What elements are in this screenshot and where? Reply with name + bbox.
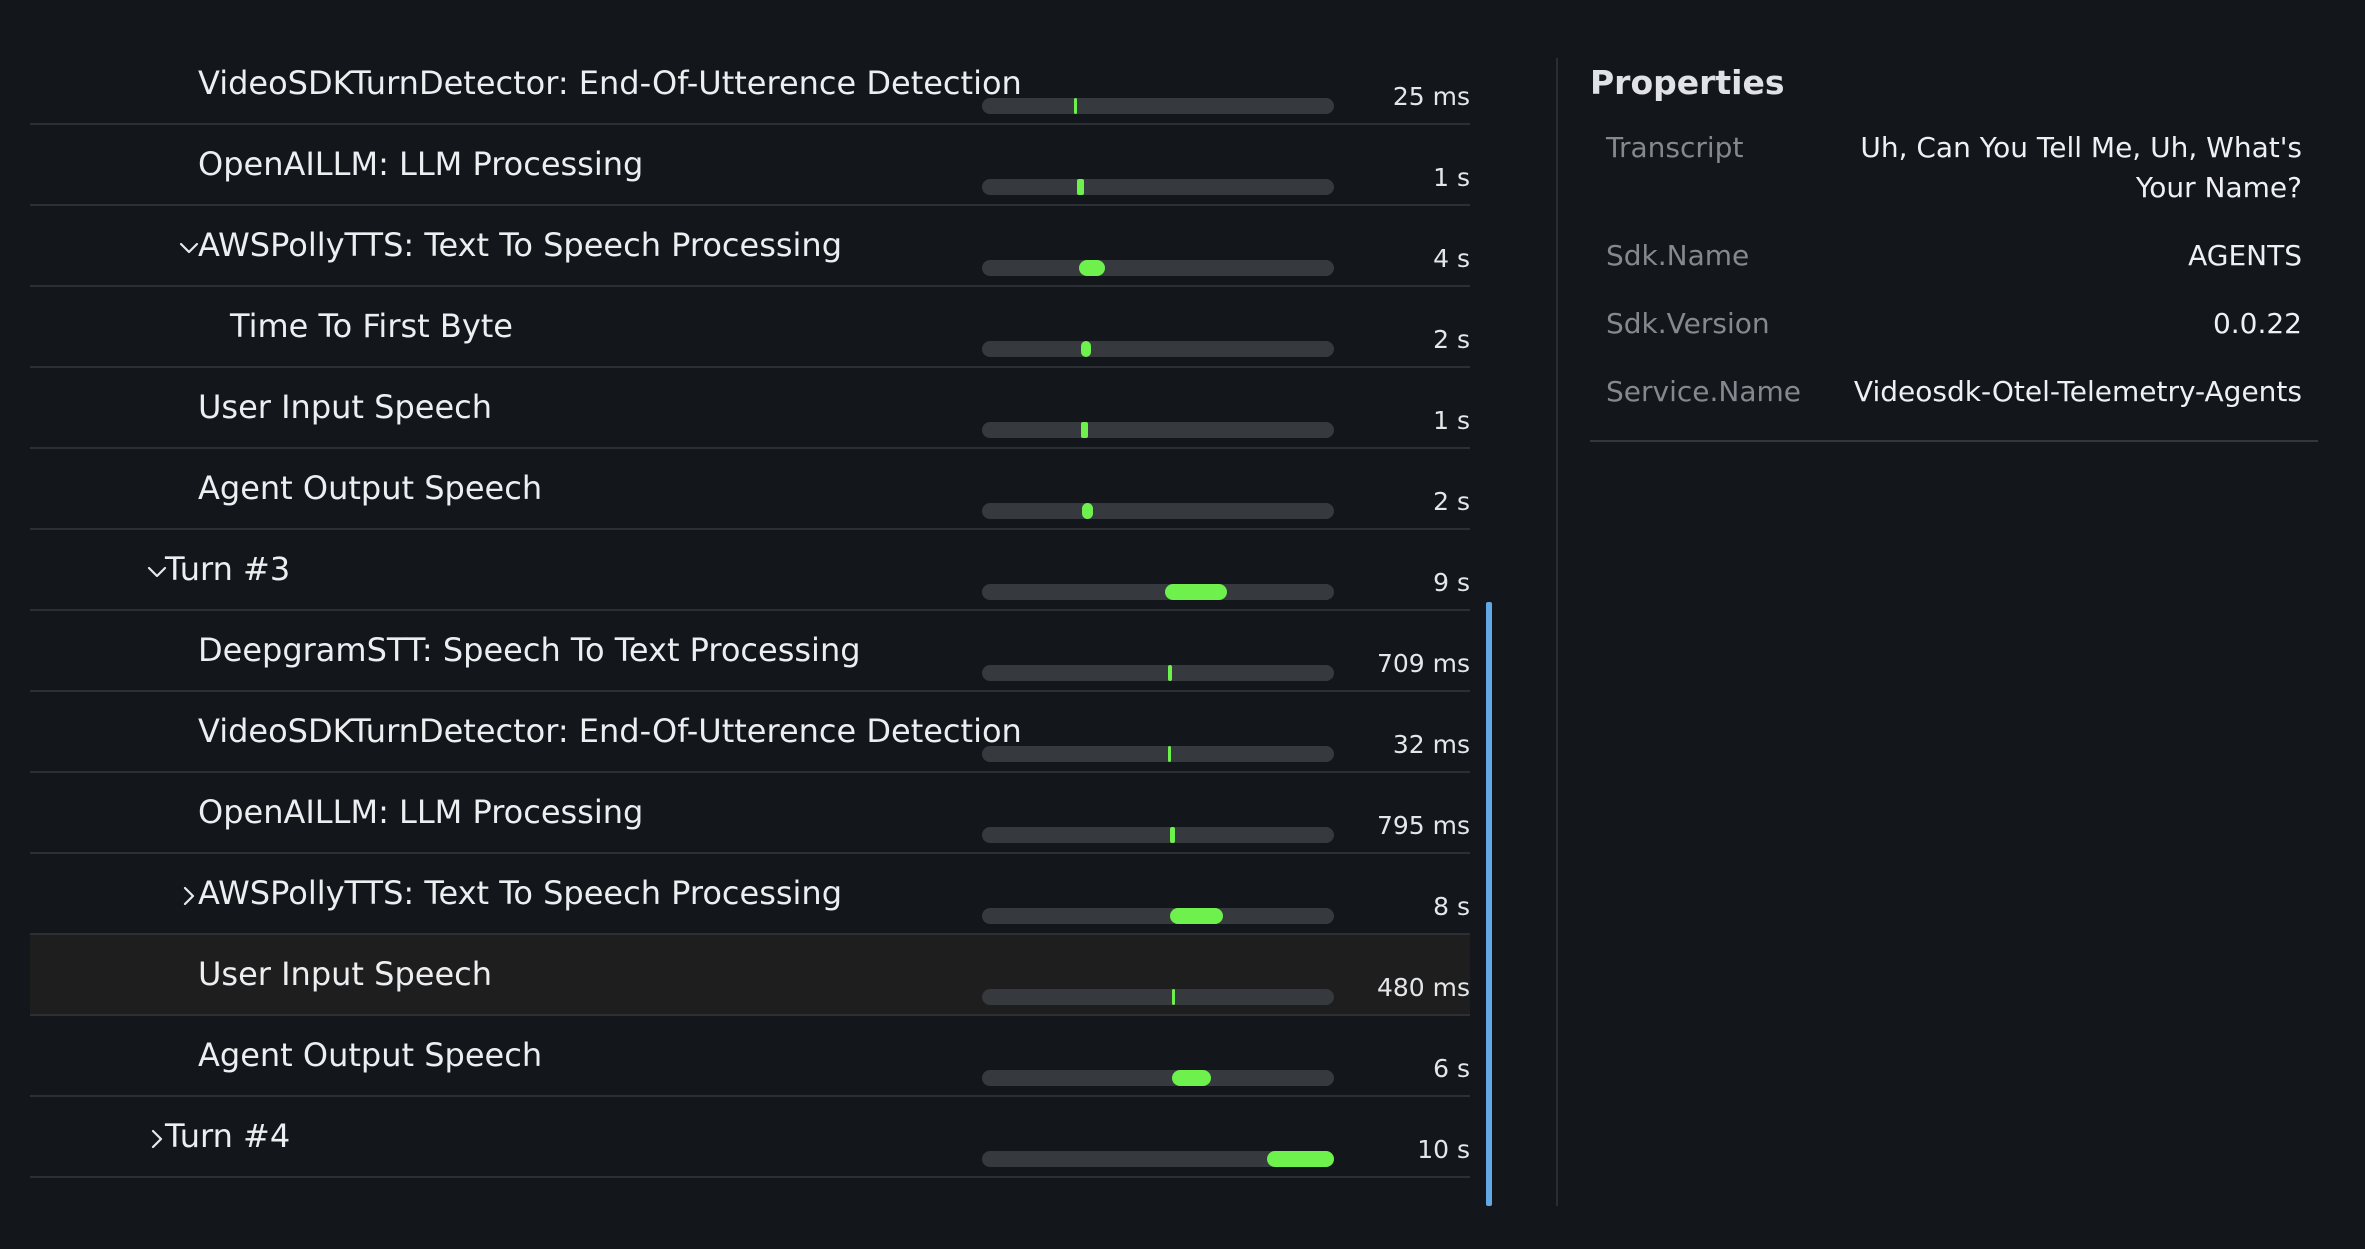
property-key: Sdk.Version <box>1606 307 1770 340</box>
span-row[interactable]: VideoSDKTurnDetector: End-Of-Utterence D… <box>30 44 1470 125</box>
property-key: Sdk.Name <box>1606 239 1750 272</box>
span-row[interactable]: AWSPollyTTS: Text To Speech Processing 4 … <box>30 206 1470 287</box>
property-value: Videosdk-Otel-Telemetry-Agents <box>1853 375 2302 408</box>
span-timeline-track <box>982 260 1334 276</box>
span-timeline-bar <box>1077 179 1085 195</box>
span-duration: 25 ms <box>1392 82 1470 111</box>
trace-panel: VideoSDKTurnDetector: End-Of-Utterence D… <box>30 44 1470 1178</box>
property-row: Sdk.Version 0.0.22 <box>1590 304 2318 344</box>
span-timeline-track <box>982 98 1334 114</box>
span-duration: 9 s <box>1433 568 1470 597</box>
span-timeline-track <box>982 1070 1334 1086</box>
span-timeline-track <box>982 665 1334 681</box>
span-row[interactable]: Agent Output Speech 2 s <box>30 449 1470 530</box>
span-row[interactable]: Time To First Byte 2 s <box>30 287 1470 368</box>
span-duration: 795 ms <box>1376 811 1470 840</box>
span-duration: 480 ms <box>1376 973 1470 1002</box>
span-timeline-bar <box>1267 1151 1334 1167</box>
span-timeline-track <box>982 908 1334 924</box>
span-timeline-track <box>982 503 1334 519</box>
properties-divider <box>1590 440 2318 442</box>
span-label: OpenAILLM: LLM Processing <box>198 793 644 831</box>
span-timeline-track <box>982 584 1334 600</box>
span-row[interactable]: Turn #3 9 s <box>30 530 1470 611</box>
panel-divider <box>1556 58 1558 1206</box>
span-duration: 4 s <box>1433 244 1470 273</box>
property-row: Sdk.Name AGENTS <box>1590 236 2318 276</box>
span-row[interactable]: User Input Speech 480 ms <box>30 935 1470 1016</box>
property-key: Service.Name <box>1606 375 1801 408</box>
span-label: Turn #4 <box>165 1117 291 1155</box>
property-value: AGENTS <box>2188 239 2302 272</box>
span-row[interactable]: OpenAILLM: LLM Processing 1 s <box>30 125 1470 206</box>
span-label: Turn #3 <box>165 550 291 588</box>
span-row[interactable]: Turn #4 10 s <box>30 1097 1470 1178</box>
span-timeline-bar <box>1080 341 1092 357</box>
span-timeline-track <box>982 827 1334 843</box>
span-duration: 709 ms <box>1376 649 1470 678</box>
span-timeline-bar <box>1172 1070 1211 1086</box>
span-label: VideoSDKTurnDetector: End-Of-Utterence D… <box>198 64 1022 102</box>
span-timeline-track <box>982 179 1334 195</box>
span-label: OpenAILLM: LLM Processing <box>198 145 644 183</box>
span-label: AWSPollyTTS: Text To Speech Processing <box>198 874 843 912</box>
span-timeline-bar <box>1080 422 1088 438</box>
span-timeline-bar <box>1167 665 1172 681</box>
span-label: User Input Speech <box>198 955 493 993</box>
span-row[interactable]: VideoSDKTurnDetector: End-Of-Utterence D… <box>30 692 1470 773</box>
span-label: Time To First Byte <box>230 307 513 345</box>
span-row[interactable]: AWSPollyTTS: Text To Speech Processing 8 … <box>30 854 1470 935</box>
scroll-indicator[interactable] <box>1486 602 1492 1206</box>
property-row: Service.Name Videosdk-Otel-Telemetry-Agen… <box>1590 372 2318 412</box>
span-duration: 6 s <box>1433 1054 1470 1083</box>
span-label: AWSPollyTTS: Text To Speech Processing <box>198 226 843 264</box>
span-timeline-bar <box>1172 989 1176 1005</box>
span-timeline-bar <box>1078 260 1106 276</box>
span-timeline-track <box>982 989 1334 1005</box>
property-value: 0.0.22 <box>2212 307 2302 340</box>
span-row[interactable]: OpenAILLM: LLM Processing 795 ms <box>30 773 1470 854</box>
span-duration: 1 s <box>1433 406 1470 435</box>
span-label: User Input Speech <box>198 388 493 426</box>
span-row[interactable]: Agent Output Speech 6 s <box>30 1016 1470 1097</box>
span-label: DeepgramSTT: Speech To Text Processing <box>198 631 861 669</box>
span-label: VideoSDKTurnDetector: End-Of-Utterence D… <box>198 712 1022 750</box>
span-duration: 10 s <box>1417 1135 1470 1164</box>
span-timeline-bar <box>1082 503 1093 519</box>
span-timeline-bar <box>1167 746 1171 762</box>
span-duration: 32 ms <box>1392 730 1470 759</box>
span-duration: 8 s <box>1433 892 1470 921</box>
span-timeline-track <box>982 1151 1334 1167</box>
span-row[interactable]: User Input Speech 1 s <box>30 368 1470 449</box>
span-duration: 2 s <box>1433 487 1470 516</box>
span-timeline-track <box>982 422 1334 438</box>
span-timeline-bar <box>1073 98 1077 114</box>
span-timeline-bar <box>1170 908 1224 924</box>
span-row[interactable]: DeepgramSTT: Speech To Text Processing 70… <box>30 611 1470 692</box>
span-timeline-track <box>982 746 1334 762</box>
properties-panel: Properties Transcript Uh, Can You Tell Me… <box>1590 58 2318 442</box>
span-timeline-track <box>982 341 1334 357</box>
properties-title: Properties <box>1590 63 1785 102</box>
properties-list: Transcript Uh, Can You Tell Me, Uh, What'… <box>1590 128 2318 412</box>
span-label: Agent Output Speech <box>198 1036 543 1074</box>
span-timeline-bar <box>1169 827 1175 843</box>
span-timeline-bar <box>1165 584 1227 600</box>
property-key: Transcript <box>1606 131 1744 164</box>
span-duration: 2 s <box>1433 325 1470 354</box>
span-label: Agent Output Speech <box>198 469 543 507</box>
property-value: Uh, Can You Tell Me, Uh, What's Your Nam… <box>1860 131 2302 204</box>
property-row: Transcript Uh, Can You Tell Me, Uh, What'… <box>1590 128 2318 208</box>
span-duration: 1 s <box>1433 163 1470 192</box>
